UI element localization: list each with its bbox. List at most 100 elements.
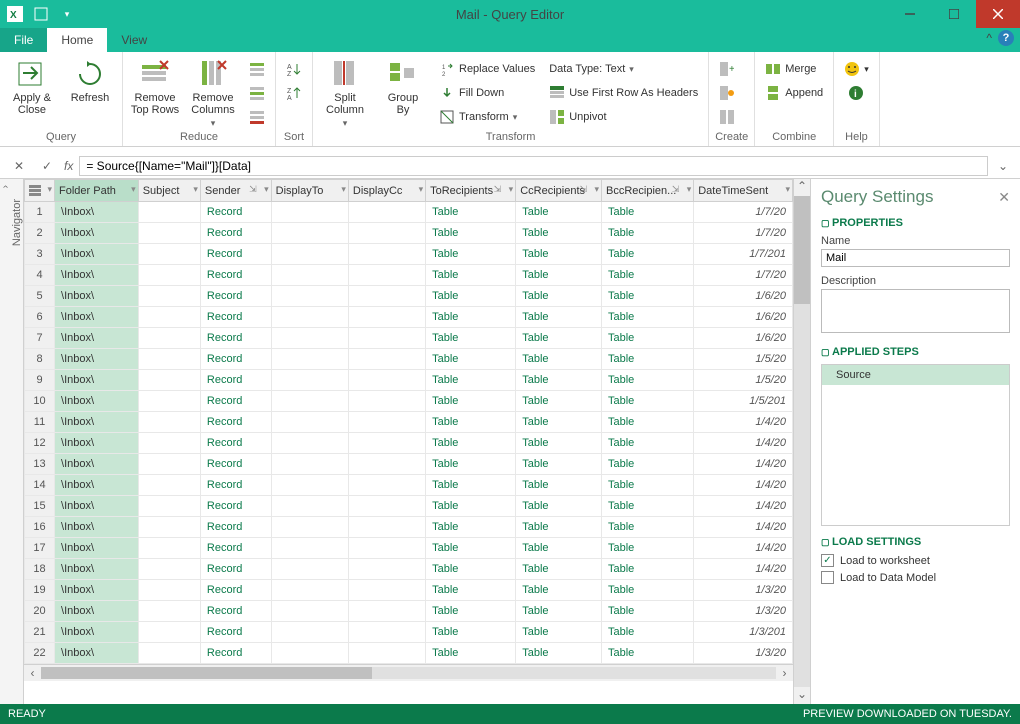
cell-displaycc[interactable]: [348, 538, 425, 559]
cell-sender[interactable]: Record: [200, 202, 271, 223]
row-number[interactable]: 2: [25, 223, 55, 244]
cell-displaycc[interactable]: [348, 559, 425, 580]
cell-torecipients[interactable]: Table: [426, 559, 516, 580]
cell-date[interactable]: 1/4/20: [694, 538, 793, 559]
cell-folder[interactable]: \Inbox\: [55, 349, 139, 370]
cell-sender[interactable]: Record: [200, 307, 271, 328]
cell-subject[interactable]: [138, 475, 200, 496]
cell-subject[interactable]: [138, 328, 200, 349]
cell-displaycc[interactable]: [348, 496, 425, 517]
name-input[interactable]: [821, 249, 1010, 267]
tab-home[interactable]: Home: [47, 28, 107, 52]
cell-subject[interactable]: [138, 538, 200, 559]
col-subject[interactable]: Subject▾: [138, 180, 200, 202]
cell-date[interactable]: 1/7/20: [694, 265, 793, 286]
row-number[interactable]: 11: [25, 412, 55, 433]
reduce-small-3[interactable]: [245, 106, 269, 128]
first-row-headers-button[interactable]: Use First Row As Headers: [545, 82, 702, 104]
cell-ccrecipients[interactable]: Table: [516, 580, 602, 601]
cell-torecipients[interactable]: Table: [426, 433, 516, 454]
cell-bccrecipients[interactable]: Table: [602, 265, 694, 286]
cell-displaycc[interactable]: [348, 202, 425, 223]
cell-bccrecipients[interactable]: Table: [602, 622, 694, 643]
cell-date[interactable]: 1/4/20: [694, 475, 793, 496]
table-row[interactable]: 6\Inbox\RecordTableTableTable1/6/20: [25, 307, 793, 328]
cell-sender[interactable]: Record: [200, 601, 271, 622]
cell-displayto[interactable]: [271, 433, 348, 454]
navigator-pane[interactable]: › Navigator: [0, 179, 24, 704]
tab-view[interactable]: View: [107, 28, 161, 52]
fill-down-button[interactable]: Fill Down: [435, 82, 539, 104]
row-number[interactable]: 6: [25, 307, 55, 328]
table-row[interactable]: 15\Inbox\RecordTableTableTable1/4/20: [25, 496, 793, 517]
reduce-small-2[interactable]: [245, 82, 269, 104]
table-row[interactable]: 17\Inbox\RecordTableTableTable1/4/20: [25, 538, 793, 559]
row-number[interactable]: 15: [25, 496, 55, 517]
row-number[interactable]: 19: [25, 580, 55, 601]
row-number[interactable]: 21: [25, 622, 55, 643]
cell-bccrecipients[interactable]: Table: [602, 307, 694, 328]
cell-torecipients[interactable]: Table: [426, 244, 516, 265]
cell-subject[interactable]: [138, 244, 200, 265]
cell-torecipients[interactable]: Table: [426, 538, 516, 559]
description-input[interactable]: [821, 289, 1010, 333]
row-number[interactable]: 3: [25, 244, 55, 265]
qat-save-icon[interactable]: [30, 4, 52, 24]
cell-torecipients[interactable]: Table: [426, 412, 516, 433]
cell-bccrecipients[interactable]: Table: [602, 370, 694, 391]
cell-bccrecipients[interactable]: Table: [602, 643, 694, 664]
cell-folder[interactable]: \Inbox\: [55, 601, 139, 622]
cell-bccrecipients[interactable]: Table: [602, 454, 694, 475]
cell-bccrecipients[interactable]: Table: [602, 559, 694, 580]
cell-sender[interactable]: Record: [200, 559, 271, 580]
cell-ccrecipients[interactable]: Table: [516, 307, 602, 328]
hscroll-thumb[interactable]: [41, 667, 372, 679]
row-number[interactable]: 1: [25, 202, 55, 223]
cell-displaycc[interactable]: [348, 349, 425, 370]
cell-bccrecipients[interactable]: Table: [602, 328, 694, 349]
row-number[interactable]: 5: [25, 286, 55, 307]
cell-torecipients[interactable]: Table: [426, 517, 516, 538]
split-column-button[interactable]: SplitColumn: [319, 54, 371, 129]
cell-folder[interactable]: \Inbox\: [55, 412, 139, 433]
cell-displaycc[interactable]: [348, 223, 425, 244]
cell-subject[interactable]: [138, 265, 200, 286]
cell-date[interactable]: 1/4/20: [694, 517, 793, 538]
maximize-button[interactable]: [932, 0, 976, 28]
cell-folder[interactable]: \Inbox\: [55, 433, 139, 454]
cell-subject[interactable]: [138, 307, 200, 328]
row-number[interactable]: 9: [25, 370, 55, 391]
cell-folder[interactable]: \Inbox\: [55, 223, 139, 244]
cell-displayto[interactable]: [271, 328, 348, 349]
cell-subject[interactable]: [138, 433, 200, 454]
load-settings-header[interactable]: LOAD SETTINGS: [821, 536, 1010, 548]
cell-bccrecipients[interactable]: Table: [602, 517, 694, 538]
col-torecipients[interactable]: ToRecipients⇲▾: [426, 180, 516, 202]
cell-ccrecipients[interactable]: Table: [516, 517, 602, 538]
cell-folder[interactable]: \Inbox\: [55, 517, 139, 538]
table-row[interactable]: 11\Inbox\RecordTableTableTable1/4/20: [25, 412, 793, 433]
cell-torecipients[interactable]: Table: [426, 580, 516, 601]
cell-torecipients[interactable]: Table: [426, 223, 516, 244]
cell-date[interactable]: 1/4/20: [694, 433, 793, 454]
cell-ccrecipients[interactable]: Table: [516, 538, 602, 559]
cell-subject[interactable]: [138, 370, 200, 391]
cell-torecipients[interactable]: Table: [426, 454, 516, 475]
col-displayto[interactable]: DisplayTo▾: [271, 180, 348, 202]
cell-folder[interactable]: \Inbox\: [55, 265, 139, 286]
cell-folder[interactable]: \Inbox\: [55, 202, 139, 223]
col-ccrecipients[interactable]: CcRecipients⇲▾: [516, 180, 602, 202]
cell-folder[interactable]: \Inbox\: [55, 328, 139, 349]
cell-ccrecipients[interactable]: Table: [516, 244, 602, 265]
cell-folder[interactable]: \Inbox\: [55, 643, 139, 664]
cell-folder[interactable]: \Inbox\: [55, 454, 139, 475]
minimize-button[interactable]: [888, 0, 932, 28]
scroll-left-icon[interactable]: ‹: [24, 666, 41, 680]
table-row[interactable]: 16\Inbox\RecordTableTableTable1/4/20: [25, 517, 793, 538]
cell-sender[interactable]: Record: [200, 643, 271, 664]
cell-displayto[interactable]: [271, 643, 348, 664]
cell-sender[interactable]: Record: [200, 433, 271, 454]
table-row[interactable]: 4\Inbox\RecordTableTableTable1/7/20: [25, 265, 793, 286]
about-button[interactable]: i: [844, 82, 868, 104]
cell-folder[interactable]: \Inbox\: [55, 391, 139, 412]
